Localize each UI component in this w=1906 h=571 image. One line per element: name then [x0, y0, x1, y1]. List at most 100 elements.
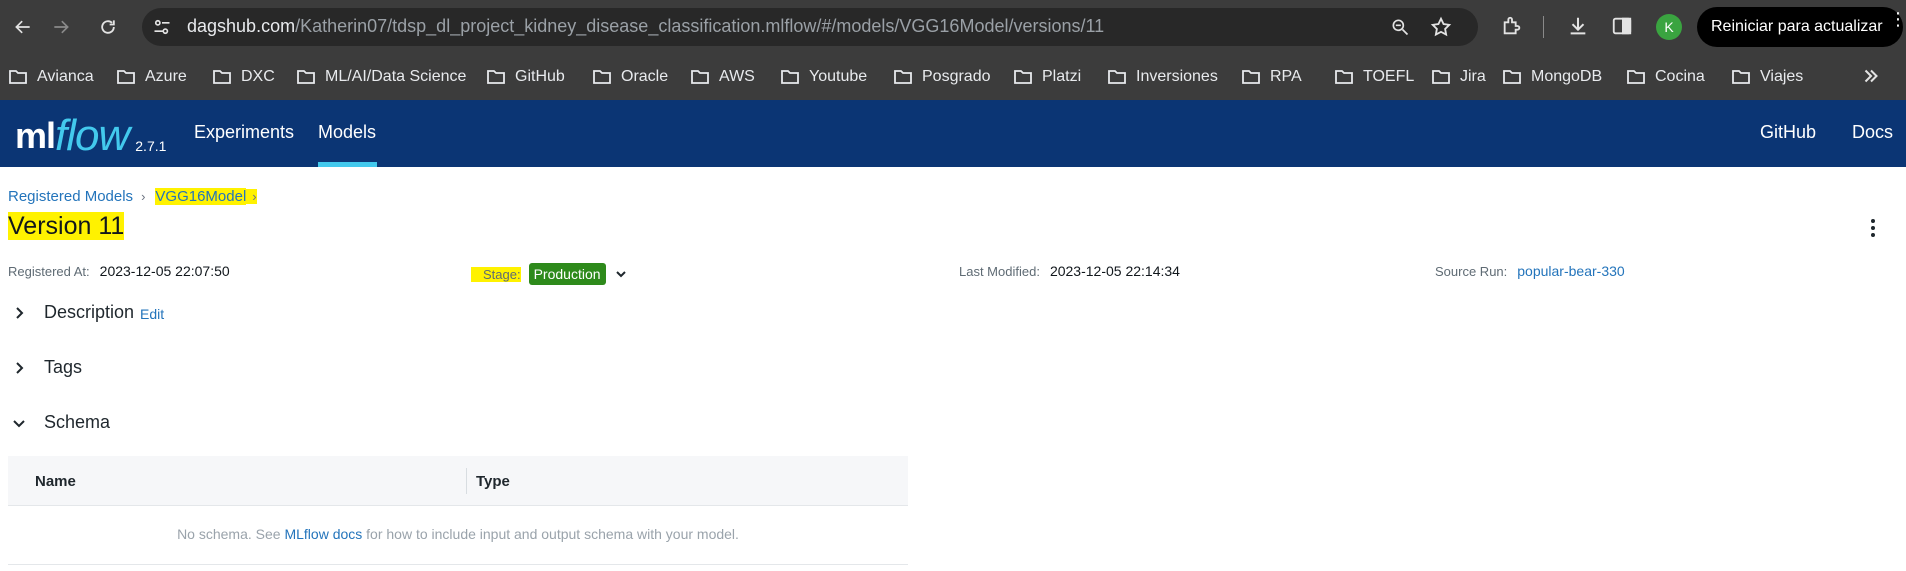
bookmark-folder[interactable]: Youtube [780, 64, 867, 90]
nav-experiments[interactable]: Experiments [194, 122, 294, 143]
folder-icon [691, 70, 709, 84]
bookmark-folder[interactable]: Azure [116, 64, 187, 90]
schema-section-header[interactable]: Schema [10, 412, 110, 433]
breadcrumb-chevron-icon: › [141, 189, 146, 204]
download-icon[interactable] [1567, 15, 1589, 37]
folder-icon [1242, 70, 1260, 84]
nav-models[interactable]: Models [318, 122, 376, 143]
bookmark-label: MongoDB [1531, 68, 1603, 85]
last-modified: Last Modified: 2023-12-05 22:14:34 [959, 263, 1180, 279]
bookmark-label: DXC [241, 68, 275, 85]
bookmark-label: Cocina [1655, 68, 1705, 85]
bookmark-label: Youtube [809, 68, 868, 85]
update-browser-button[interactable]: Reiniciar para actualizar ⋮ [1697, 7, 1906, 47]
schema-table-border [8, 564, 908, 565]
registered-at-value: 2023-12-05 22:07:50 [99, 263, 230, 279]
bookmark-folder[interactable]: TOEFL [1334, 64, 1414, 90]
bookmark-label: AWS [719, 68, 755, 85]
bookmark-folder[interactable]: RPA [1241, 64, 1302, 90]
bookmark-folder[interactable]: Platzi [1013, 64, 1081, 90]
bookmark-folder[interactable]: AWS [690, 64, 755, 90]
extensions-icon[interactable] [1501, 15, 1523, 37]
browser-menu-icon[interactable]: ⋮ [1889, 10, 1906, 28]
bookmark-folder[interactable]: Jira [1431, 64, 1486, 90]
bookmark-folder[interactable]: ML/AI/Data Science [296, 64, 466, 90]
bookmark-label: Viajes [1760, 68, 1804, 85]
address-bar[interactable]: dagshub.com/Katherin07/tdsp_dl_project_k… [142, 8, 1478, 46]
breadcrumb-model[interactable]: VGG16Model [155, 188, 247, 205]
more-bookmarks-icon[interactable] [1860, 65, 1882, 87]
more-options-icon[interactable] [1867, 216, 1879, 240]
page-title: Version 11 [8, 212, 125, 240]
profile-avatar[interactable]: K [1656, 14, 1682, 40]
mlflow-logo[interactable]: ml flow 2.7.1 [15, 106, 166, 158]
logo-flow: flow [55, 111, 130, 160]
bookmark-label: Oracle [621, 68, 669, 85]
folder-icon [894, 70, 912, 84]
chevron-right-icon [16, 361, 24, 374]
header-link-docs[interactable]: Docs [1852, 122, 1893, 143]
source-run-link[interactable]: popular-bear-330 [1517, 263, 1624, 279]
bookmark-folder[interactable]: Cocina [1626, 64, 1705, 90]
zoom-icon[interactable] [1390, 17, 1410, 37]
folder-icon [9, 70, 27, 84]
nav-active-indicator [318, 162, 377, 167]
bookmark-label: ML/AI/Data Science [325, 68, 467, 85]
source-run: Source Run: popular-bear-330 [1435, 263, 1625, 279]
breadcrumb-chevron-icon: › [246, 189, 257, 204]
bookmark-folder[interactable]: Oracle [592, 64, 668, 90]
description-section-header[interactable]: Description Edit [10, 302, 164, 323]
stage-dropdown-icon[interactable] [615, 268, 627, 280]
stage: Stage: Production [471, 263, 627, 285]
description-edit-link[interactable]: Edit [140, 306, 164, 322]
registered-at-label: Registered At: [8, 263, 90, 279]
column-header-type[interactable]: Type [476, 473, 510, 490]
site-settings-icon[interactable] [152, 17, 172, 37]
bookmark-star-icon[interactable] [1430, 16, 1452, 38]
bookmark-folder[interactable]: Avianca [8, 64, 94, 90]
mlflow-header: ml flow 2.7.1 Experiments Models GitHub D… [0, 100, 1906, 167]
bookmark-folder[interactable]: Inversiones [1107, 64, 1218, 90]
breadcrumb: Registered Models › VGG16Model › [8, 188, 267, 205]
bookmark-folder[interactable]: MongoDB [1502, 64, 1602, 90]
folder-icon [593, 70, 611, 84]
column-divider[interactable] [466, 468, 467, 494]
mlflow-docs-link[interactable]: MLflow docs [284, 526, 362, 542]
bookmark-folder[interactable]: Posgrado [893, 64, 991, 90]
bookmark-folder[interactable]: DXC [212, 64, 275, 90]
bookmark-label: TOEFL [1363, 68, 1415, 85]
stage-label: Stage: [471, 266, 521, 282]
description-title: Description [44, 302, 135, 322]
folder-icon [1732, 70, 1750, 84]
source-run-label: Source Run: [1435, 263, 1508, 279]
header-link-github[interactable]: GitHub [1760, 122, 1816, 143]
browser-toolbar: dagshub.com/Katherin07/tdsp_dl_project_k… [0, 0, 1906, 54]
folder-icon [487, 70, 505, 84]
bookmark-folder[interactable]: Viajes [1731, 64, 1803, 90]
side-panel-icon[interactable] [1611, 15, 1633, 37]
registered-at: Registered At: 2023-12-05 22:07:50 [8, 263, 230, 279]
folder-icon [1432, 70, 1450, 84]
folder-icon [1335, 70, 1353, 84]
last-modified-value: 2023-12-05 22:14:34 [1049, 263, 1180, 279]
folder-icon [1014, 70, 1032, 84]
column-header-name[interactable]: Name [35, 473, 76, 490]
schema-empty-message: No schema. See MLflow docs for how to in… [177, 526, 739, 542]
bookmark-label: Azure [145, 68, 187, 85]
folder-icon [1627, 70, 1645, 84]
tags-title: Tags [44, 357, 83, 377]
bookmark-label: Inversiones [1136, 68, 1218, 85]
mlflow-version: 2.7.1 [135, 138, 167, 154]
breadcrumb-registered-models[interactable]: Registered Models [8, 188, 133, 205]
reload-icon[interactable] [97, 16, 119, 38]
tags-section-header[interactable]: Tags [10, 357, 82, 378]
chevron-down-icon [13, 419, 25, 427]
bookmark-label: GitHub [515, 68, 565, 85]
schema-table-header: Name Type [8, 456, 908, 506]
bookmark-label: Posgrado [922, 68, 991, 85]
forward-arrow-icon[interactable] [50, 16, 72, 38]
bookmark-folder[interactable]: GitHub [486, 64, 565, 90]
back-arrow-icon[interactable] [12, 16, 34, 38]
bookmark-label: Jira [1460, 68, 1486, 85]
stage-badge[interactable]: Production [528, 263, 606, 285]
